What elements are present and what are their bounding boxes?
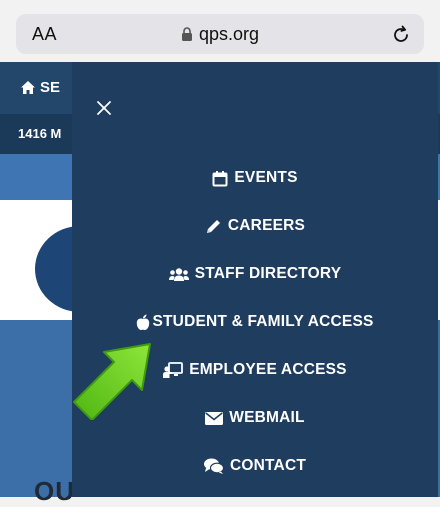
reload-icon[interactable]: [390, 23, 412, 45]
site-nav-label[interactable]: SE: [40, 79, 60, 96]
users-icon: [168, 267, 189, 282]
apple-icon: [136, 314, 150, 331]
chalkboard-teacher-icon: [163, 362, 184, 378]
browser-toolbar: AA qps.org: [0, 0, 440, 62]
comments-icon: [203, 458, 224, 474]
menu-item-label: CAREERS: [227, 217, 306, 234]
pencil-icon: [205, 218, 222, 235]
url-display[interactable]: qps.org: [16, 24, 424, 45]
address-bar[interactable]: AA qps.org: [16, 14, 424, 54]
annotation-arrow-icon: [68, 340, 158, 421]
menu-item-staff-directory[interactable]: STAFF DIRECTORY: [72, 259, 438, 289]
envelope-icon: [205, 411, 224, 425]
menu-item-label: EMPLOYEE ACCESS: [189, 361, 347, 378]
slide-out-menu: EVENTS CAREERS STAFF DIRECTORY STUDENT &…: [72, 62, 438, 497]
site-hero-heading: OU: [34, 476, 75, 506]
calendar-icon: [212, 170, 228, 187]
menu-item-student-family-access[interactable]: STUDENT & FAMILY ACCESS: [72, 307, 438, 337]
url-text: qps.org: [198, 24, 260, 44]
menu-item-label: EVENTS: [234, 169, 298, 186]
close-icon: [92, 101, 116, 124]
home-icon[interactable]: [20, 80, 36, 100]
menu-item-events[interactable]: EVENTS: [72, 163, 438, 193]
menu-item-contact[interactable]: CONTACT: [72, 451, 438, 481]
close-menu-button[interactable]: [92, 96, 116, 120]
menu-item-label: STAFF DIRECTORY: [194, 265, 342, 282]
menu-item-label: STUDENT & FAMILY ACCESS: [152, 313, 374, 330]
menu-item-careers[interactable]: CAREERS: [72, 211, 438, 241]
menu-item-label: WEBMAIL: [229, 409, 305, 426]
menu-item-label: CONTACT: [229, 457, 307, 474]
lock-icon: [181, 27, 193, 41]
site-address-text: 1416 M: [18, 126, 62, 141]
